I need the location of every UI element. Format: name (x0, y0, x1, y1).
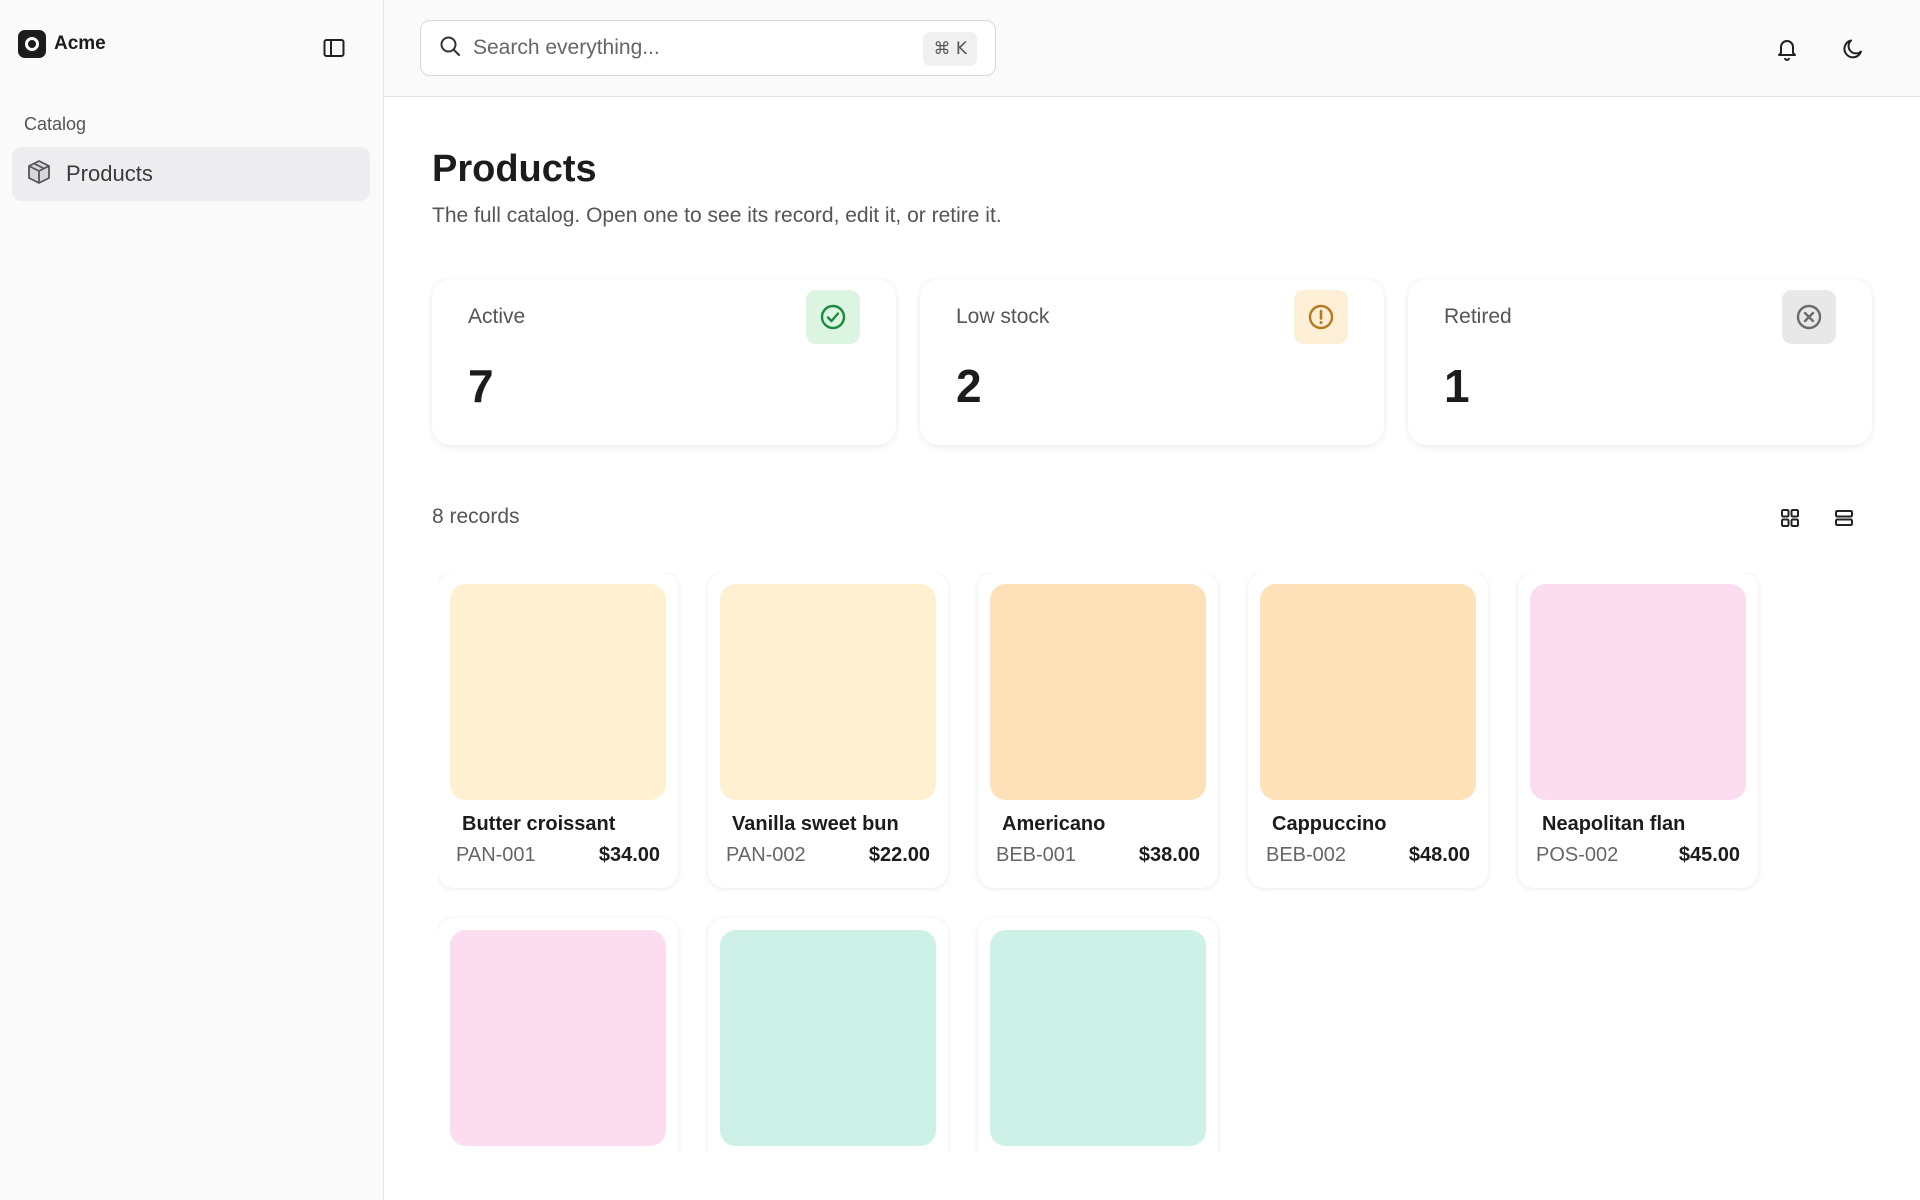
brand[interactable]: Acme (18, 30, 106, 58)
product-price: $34.00 (598, 844, 660, 866)
app-root: Acme Catalog Products ⌘ K (0, 0, 1920, 1200)
sidebar: Acme Catalog Products (0, 0, 384, 1200)
stat-label: Low stock (956, 305, 1050, 328)
stat-card-active: Active 7 (432, 279, 896, 445)
bell-icon[interactable] (1772, 34, 1802, 64)
product-image (1530, 584, 1746, 800)
list-view-icon[interactable] (1831, 506, 1857, 530)
alert-circle-icon (1294, 290, 1348, 344)
product-card[interactable]: Cappuccino BEB-002 $48.00 (1248, 572, 1488, 888)
product-image (990, 930, 1206, 1146)
product-card[interactable]: Americano BEB-001 $38.00 (978, 572, 1218, 888)
product-price: $45.00 (1678, 844, 1740, 866)
product-grid: Butter croissant PAN-001 $34.00 Vanilla … (438, 572, 1838, 1152)
acme-logo-icon (18, 30, 46, 58)
stat-card-retired: Retired 1 (1408, 279, 1872, 445)
product-image (720, 584, 936, 800)
shortcut-hint: ⌘ K (923, 32, 977, 66)
product-name: Butter croissant (462, 813, 616, 835)
product-image (450, 930, 666, 1146)
stat-card-low-stock: Low stock 2 (920, 279, 1384, 445)
product-price: $38.00 (1138, 844, 1200, 866)
stat-value: 1 (1444, 360, 1470, 412)
product-image (450, 584, 666, 800)
product-card[interactable]: Butter croissant PAN-001 $34.00 (438, 572, 678, 888)
stat-label: Active (468, 305, 526, 328)
product-price: $48.00 (1408, 844, 1470, 866)
search-box[interactable]: ⌘ K (420, 20, 996, 76)
product-sku: BEB-001 (996, 844, 1077, 866)
product-card[interactable] (708, 918, 948, 1152)
product-card[interactable] (978, 918, 1218, 1152)
stat-value: 7 (468, 360, 494, 412)
search-icon (439, 35, 461, 62)
grid-view-icon[interactable] (1777, 506, 1803, 530)
moon-icon[interactable] (1838, 34, 1868, 64)
topbar: ⌘ K (384, 0, 1920, 97)
product-sku: PAN-001 (456, 844, 536, 866)
product-card[interactable]: Neapolitan flan POS-002 $45.00 (1518, 572, 1758, 888)
sidebar-item-label: Products (66, 161, 153, 186)
search-input[interactable] (473, 36, 913, 60)
sidebar-toggle-icon[interactable] (322, 37, 346, 59)
product-card[interactable] (438, 918, 678, 1152)
product-name: Cappuccino (1272, 813, 1387, 835)
product-sku: PAN-002 (726, 844, 806, 866)
x-circle-icon (1782, 290, 1836, 344)
page-subtitle: The full catalog. Open one to see its re… (432, 204, 1002, 227)
product-name: Neapolitan flan (1542, 813, 1686, 835)
stat-label: Retired (1444, 305, 1512, 328)
product-sku: BEB-002 (1266, 844, 1347, 866)
product-card[interactable]: Vanilla sweet bun PAN-002 $22.00 (708, 572, 948, 888)
product-name: Vanilla sweet bun (732, 813, 899, 835)
product-sku: POS-002 (1536, 844, 1619, 866)
product-image (990, 584, 1206, 800)
product-name: Americano (1002, 813, 1106, 835)
check-circle-icon (806, 290, 860, 344)
product-price: $22.00 (868, 844, 930, 866)
sidebar-section-label: Catalog (24, 114, 87, 134)
product-image (1260, 584, 1476, 800)
records-count: 8 records (432, 505, 520, 528)
page-title: Products (432, 148, 597, 190)
sidebar-item-products[interactable]: Products (12, 147, 370, 201)
product-image (720, 930, 936, 1146)
stat-value: 2 (956, 360, 982, 412)
brand-name: Acme (54, 33, 106, 54)
main-content: ⌘ K Products The full catalog. Open one … (384, 0, 1920, 1200)
package-icon (26, 159, 52, 190)
